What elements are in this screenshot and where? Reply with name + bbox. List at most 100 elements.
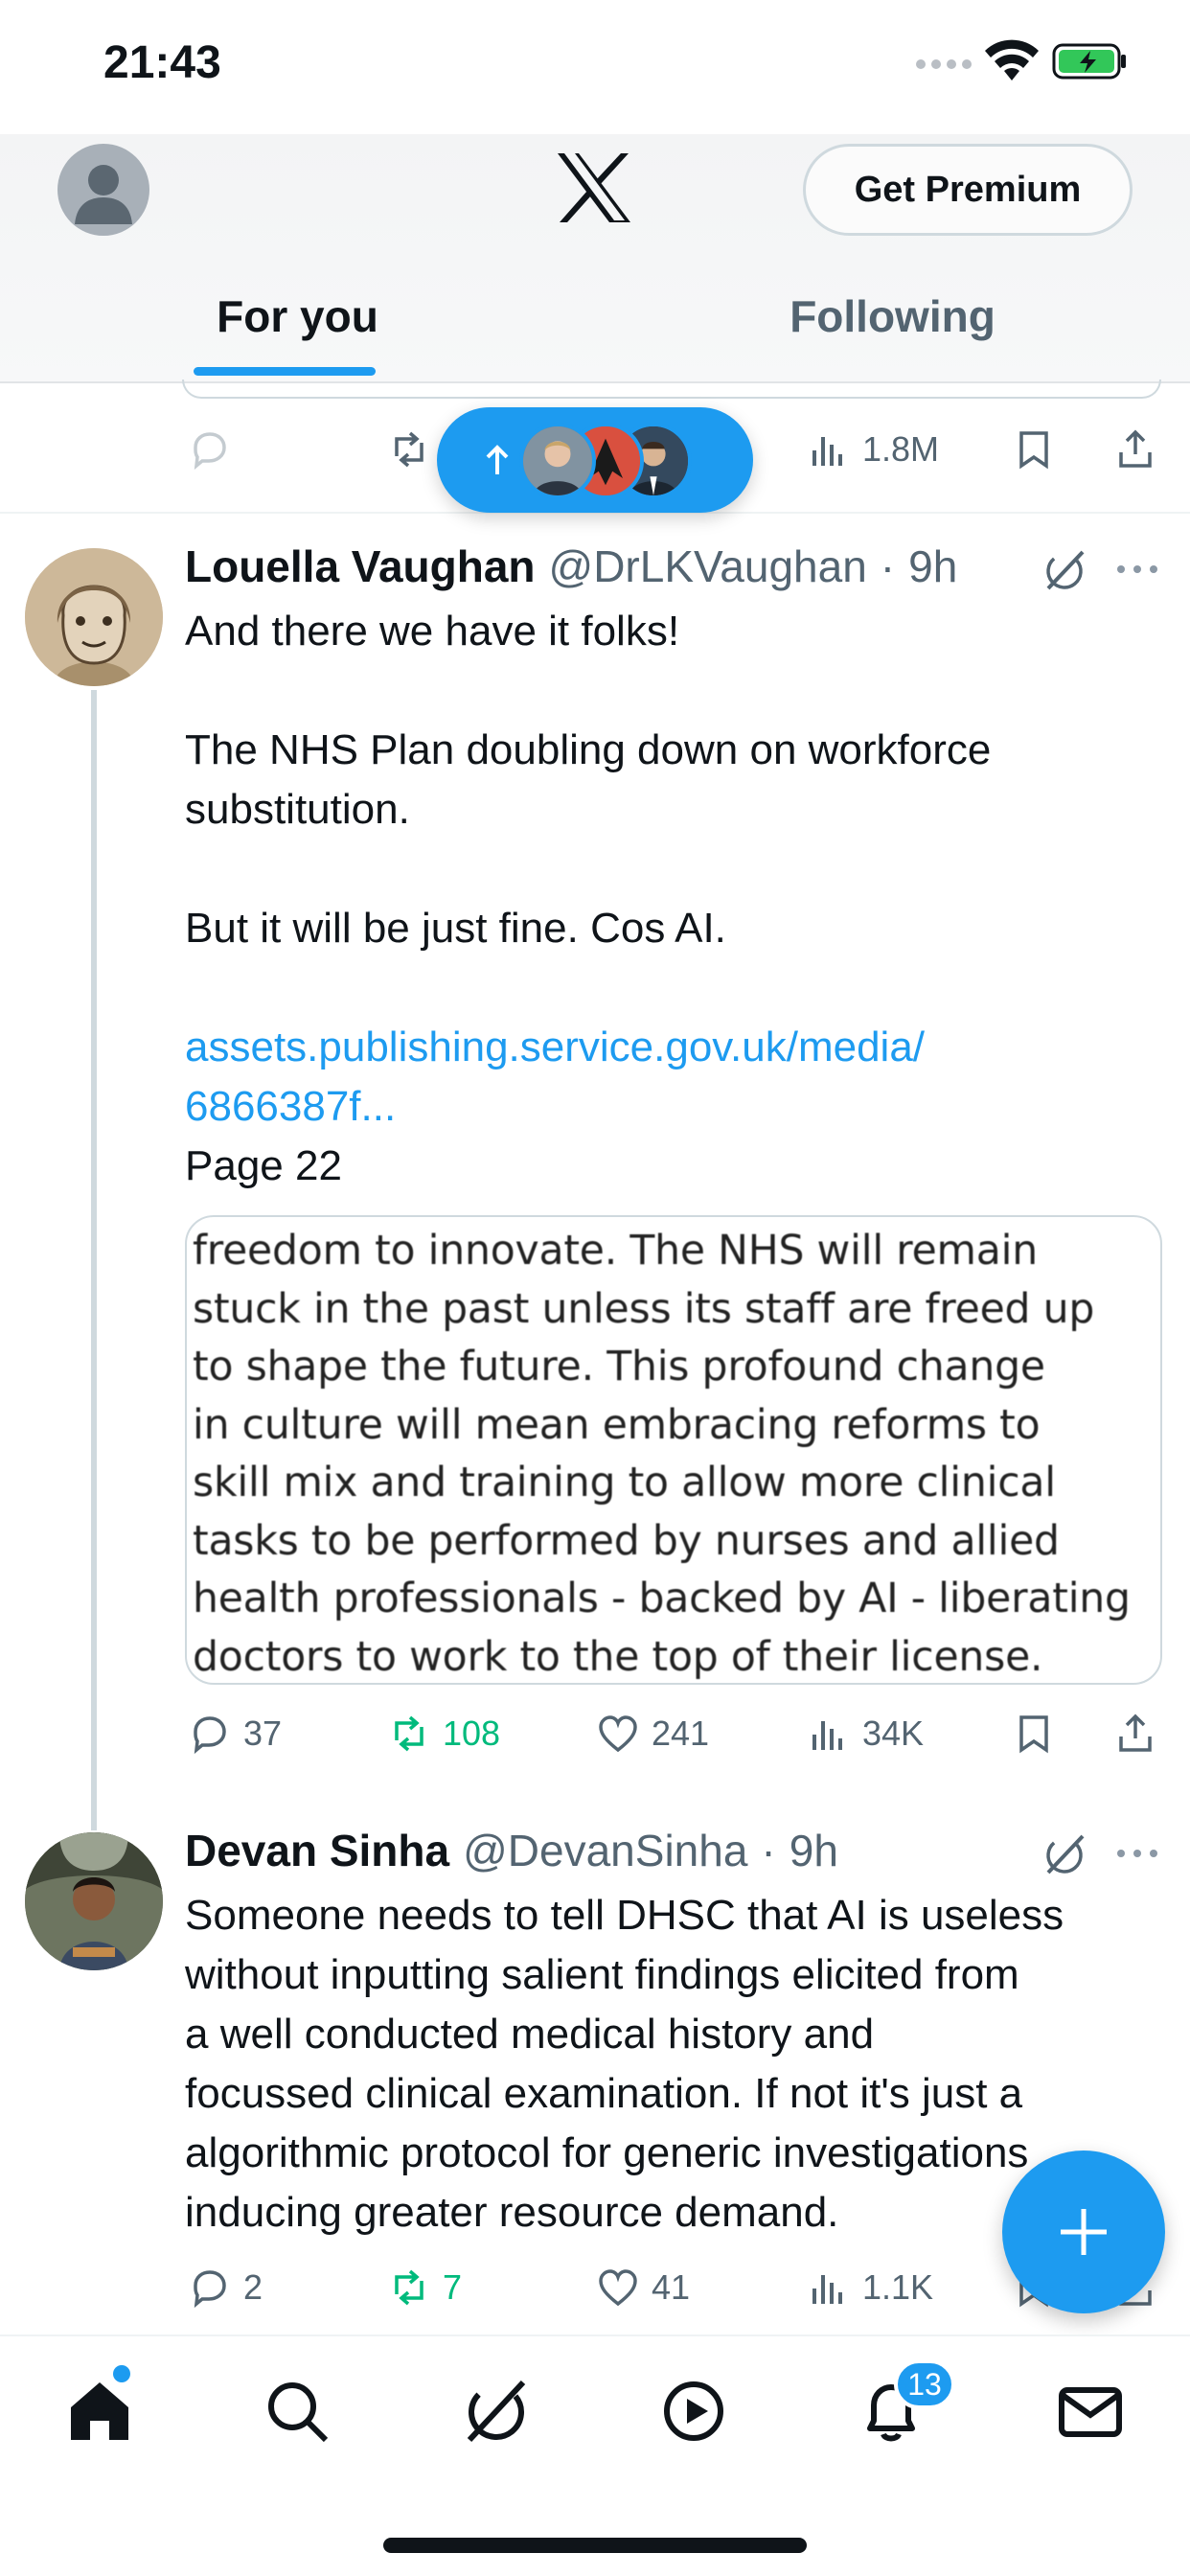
views-count-label: 34K bbox=[862, 1714, 925, 1753]
tweet-text-line: And there we have it folks! bbox=[185, 608, 680, 655]
reply-button[interactable]: 37 bbox=[188, 1700, 282, 1767]
reply-count: 2 bbox=[243, 2267, 263, 2307]
reply-icon bbox=[194, 432, 226, 471]
avatar[interactable] bbox=[25, 1832, 163, 1970]
nav-grok[interactable] bbox=[458, 2373, 535, 2450]
battery-charging-icon bbox=[1052, 43, 1126, 80]
tweet-text-line: But it will be just fine. Cos AI. bbox=[185, 905, 726, 952]
bookmark-icon bbox=[1019, 431, 1048, 470]
reply-count: 37 bbox=[243, 1714, 283, 1753]
tweet-text-line: a well conducted medical history and bbox=[185, 2011, 875, 2058]
tweet-text-line: The NHS Plan doubling down on workforce bbox=[185, 726, 992, 773]
bookmark-icon bbox=[1019, 1715, 1048, 1754]
tweet-link[interactable]: assets.publishing.service.gov.uk/media/ bbox=[185, 1018, 1153, 1077]
tweet-header: Louella Vaughan @DrLKVaughan · 9h bbox=[185, 540, 957, 598]
tweet-text-line: algorithmic protocol for generic investi… bbox=[185, 2129, 1029, 2176]
heart-icon bbox=[599, 2269, 637, 2307]
home-unread-dot bbox=[113, 2365, 130, 2382]
status-bar: 21:43 bbox=[0, 0, 1190, 134]
like-count: 241 bbox=[652, 1714, 710, 1753]
views-count[interactable]: 1.8M bbox=[807, 416, 939, 483]
tweet-time[interactable]: 9h bbox=[908, 540, 957, 592]
home-indicator bbox=[383, 2538, 807, 2553]
tweet-link-continued[interactable]: 6866387f... bbox=[185, 1077, 1153, 1137]
repost-button[interactable]: 108 bbox=[387, 1700, 500, 1767]
repost-icon bbox=[395, 1715, 423, 1752]
views-icon bbox=[812, 1721, 842, 1750]
attached-image[interactable]: freedom to innovate. The NHS will remain… bbox=[185, 1215, 1162, 1685]
author-handle[interactable]: @DrLKVaughan bbox=[549, 540, 867, 592]
tweet-text-line bbox=[185, 840, 1153, 899]
like-button[interactable]: 41 bbox=[596, 2254, 690, 2321]
tweet-header: Devan Sinha @DevanSinha · 9h bbox=[185, 1825, 838, 1882]
repost-icon bbox=[395, 2269, 423, 2306]
x-logo-icon[interactable] bbox=[556, 151, 632, 224]
repost-button[interactable] bbox=[387, 416, 431, 483]
share-button[interactable] bbox=[1113, 1700, 1157, 1767]
image-text-line: skill mix and training to allow more cli… bbox=[193, 1460, 1056, 1506]
nav-search[interactable] bbox=[259, 2373, 335, 2450]
repost-button[interactable]: 7 bbox=[387, 2254, 462, 2321]
video-icon bbox=[664, 2381, 723, 2441]
views-count[interactable]: 34K bbox=[807, 1700, 924, 1767]
image-text-line: tasks to be performed by nurses and alli… bbox=[193, 1517, 1060, 1565]
like-button[interactable]: 241 bbox=[596, 1700, 709, 1767]
views-count[interactable]: 1.1K bbox=[807, 2254, 933, 2321]
repost-count: 7 bbox=[443, 2267, 463, 2307]
views-icon bbox=[812, 437, 842, 466]
repost-count: 108 bbox=[443, 1714, 501, 1753]
author-name[interactable]: Louella Vaughan bbox=[185, 540, 536, 592]
up-arrow-icon bbox=[486, 445, 509, 474]
bookmark-button[interactable] bbox=[1012, 416, 1056, 483]
tweet-text-line: focussed clinical examination. If not it… bbox=[185, 2070, 1023, 2117]
thread-connector-line bbox=[91, 690, 97, 1830]
repost-icon bbox=[395, 431, 423, 468]
tweet-text-line: Someone needs to tell DHSC that AI is us… bbox=[185, 1892, 1064, 1939]
default-avatar-icon bbox=[75, 165, 132, 224]
image-text-line: to shape the future. This profound chang… bbox=[193, 1344, 1045, 1391]
tweet-text-line bbox=[185, 661, 1153, 721]
views-count-label: 1.8M bbox=[862, 429, 940, 469]
profile-avatar[interactable] bbox=[57, 144, 149, 236]
reply-button[interactable]: 2 bbox=[188, 2254, 263, 2321]
more-options-icon[interactable] bbox=[1115, 1846, 1159, 1861]
previous-tweet-card-edge bbox=[182, 380, 1161, 399]
nav-messages[interactable] bbox=[1052, 2373, 1129, 2450]
share-icon bbox=[1119, 1714, 1152, 1752]
views-count-label: 1.1K bbox=[862, 2267, 934, 2307]
author-handle[interactable]: @DevanSinha bbox=[463, 1825, 747, 1876]
compose-post-button[interactable] bbox=[1002, 2150, 1165, 2313]
notification-badge: 13 bbox=[894, 2359, 955, 2409]
reply-icon bbox=[194, 1716, 226, 1755]
tab-for-you[interactable]: For you bbox=[0, 249, 595, 383]
share-button[interactable] bbox=[1113, 416, 1157, 483]
reply-icon bbox=[194, 2270, 226, 2309]
get-premium-button[interactable]: Get Premium bbox=[803, 144, 1133, 236]
reply-button[interactable] bbox=[188, 416, 232, 483]
status-time: 21:43 bbox=[103, 37, 221, 88]
image-text-line: stuck in the past unless its staff are f… bbox=[193, 1285, 1095, 1333]
tweet-actions: 37 108 241 34K bbox=[182, 1700, 1161, 1767]
nav-home[interactable] bbox=[61, 2373, 138, 2450]
new-posts-pill[interactable] bbox=[437, 407, 753, 513]
tab-following[interactable]: Following bbox=[595, 249, 1190, 383]
tweet-text-line: Page 22 bbox=[185, 1142, 342, 1189]
tweet-time[interactable]: 9h bbox=[790, 1825, 838, 1876]
plus-icon bbox=[1061, 2209, 1107, 2255]
tweet-text-line: without inputting salient findings elici… bbox=[185, 1951, 1019, 1998]
author-name[interactable]: Devan Sinha bbox=[185, 1825, 449, 1876]
nav-video[interactable] bbox=[655, 2373, 732, 2450]
top-header: Get Premium For you Following bbox=[0, 134, 1190, 383]
bookmark-button[interactable] bbox=[1012, 1700, 1056, 1767]
avatar[interactable] bbox=[25, 548, 163, 686]
like-count: 41 bbox=[652, 2267, 691, 2307]
timeline-tabs: For you Following bbox=[0, 249, 1190, 383]
views-icon bbox=[812, 2275, 842, 2304]
image-text-line: doctors to work to the top of their lice… bbox=[193, 1633, 1043, 1681]
grok-icon[interactable] bbox=[1041, 1830, 1088, 1878]
grok-icon[interactable] bbox=[1041, 546, 1088, 594]
separator-dot: · bbox=[880, 541, 896, 591]
tweet-text: Someone needs to tell DHSC that AI is us… bbox=[185, 1886, 1153, 2242]
more-options-icon[interactable] bbox=[1115, 562, 1159, 577]
tweet-text: And there we have it folks! The NHS Plan… bbox=[185, 602, 1153, 1196]
